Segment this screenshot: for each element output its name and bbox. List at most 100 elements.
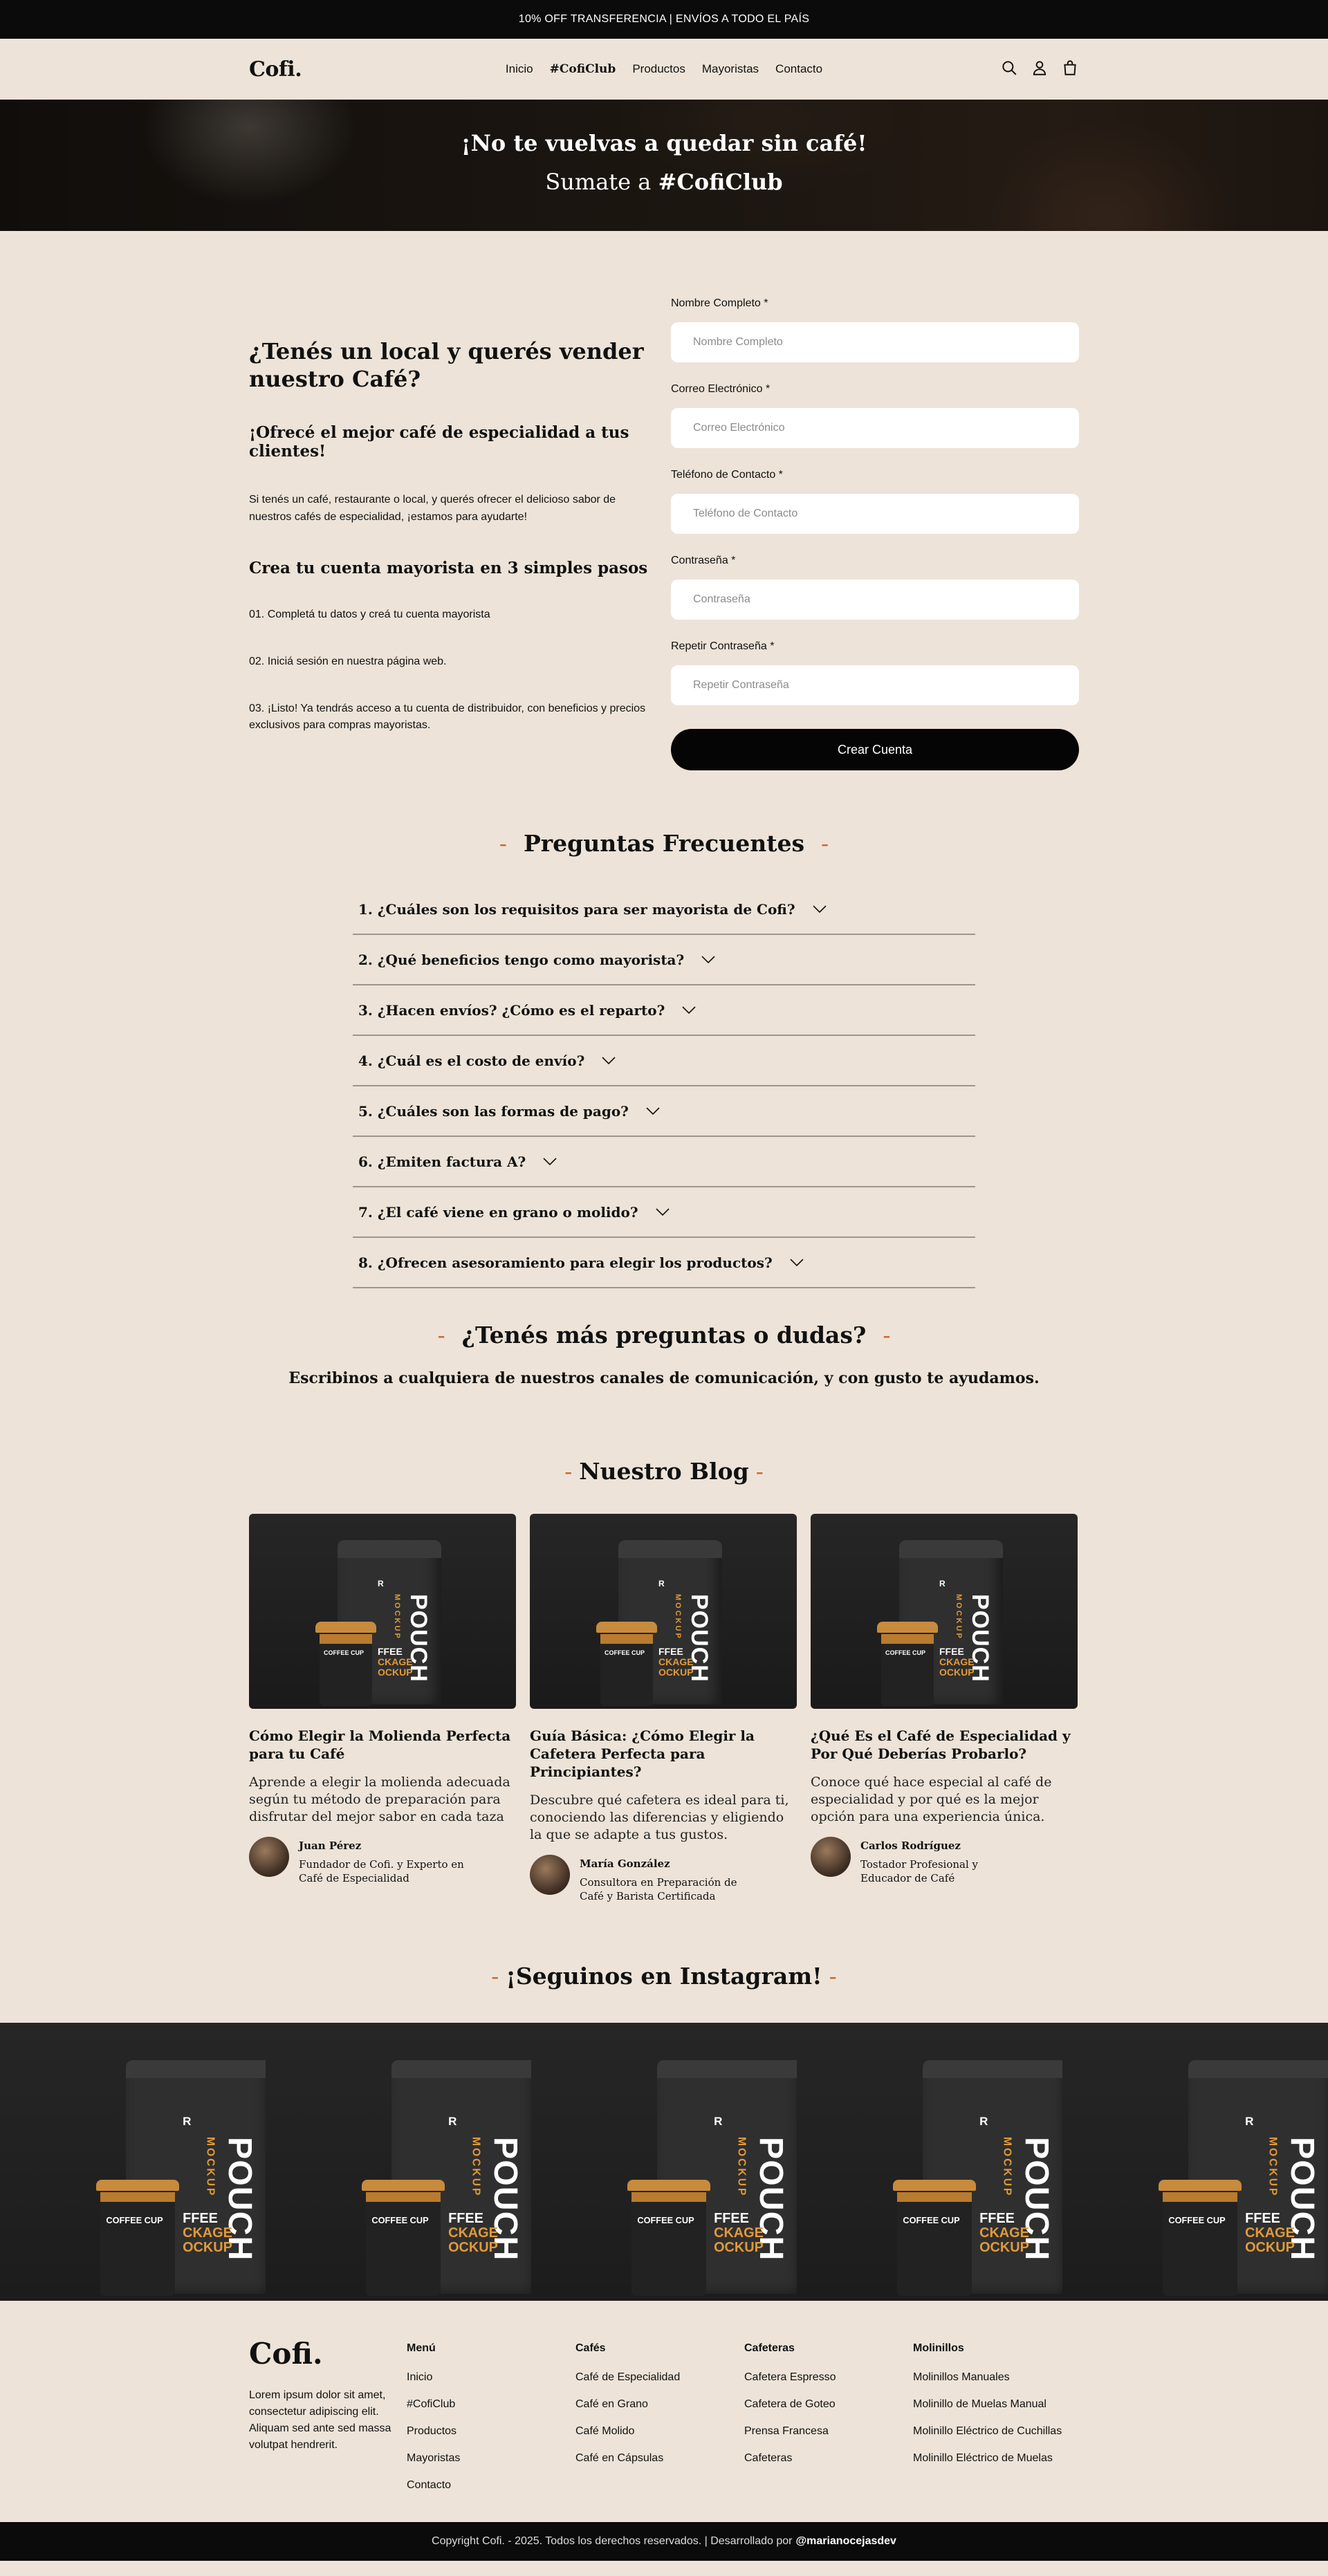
footer-logo[interactable]: Cofi. xyxy=(249,2337,407,2371)
footer-link[interactable]: Molinillo Eléctrico de Muelas xyxy=(913,2452,1082,2465)
step-1: 01. Completá tu datos y creá tu cuenta m… xyxy=(249,609,490,620)
footer-link[interactable]: Molinillos Manuales xyxy=(913,2371,1082,2384)
title-dash: - xyxy=(491,1963,499,1990)
footer-link[interactable]: #CofiClub xyxy=(407,2398,575,2411)
footer-link[interactable]: Cafeteras xyxy=(744,2452,913,2465)
blog-card[interactable]: R POUCH MOCKUP COFFEE CUP FFEE CKAGE OCKUP Cómo… xyxy=(249,1514,516,1903)
faq-item[interactable]: 6. ¿Emiten factura A? xyxy=(353,1137,975,1187)
hero-subtitle: Sumate a #CofiClub xyxy=(0,169,1328,195)
instagram-post[interactable]: R POUCH MOCKUP COFFEE CUP FFEE CKAGE OCKUP xyxy=(266,2023,531,2301)
faq-item[interactable]: 1. ¿Cuáles son los requisitos para ser m… xyxy=(353,884,975,935)
avatar xyxy=(530,1855,570,1895)
footer-link[interactable]: Molinillo de Muelas Manual xyxy=(913,2398,1082,2411)
blog-thumbnail[interactable]: R POUCH MOCKUP COFFEE CUP FFEE CKAGE OCKUP xyxy=(530,1514,797,1709)
logo[interactable]: Cofi. xyxy=(249,57,302,82)
developer-link[interactable]: @marianocejasdev xyxy=(796,2535,896,2548)
package-label-line: FFEE xyxy=(183,2210,218,2226)
nav-link-inicio[interactable]: Inicio xyxy=(506,62,533,76)
footer-link[interactable]: Molinillo Eléctrico de Cuchillas xyxy=(913,2425,1082,2438)
blog-post-title[interactable]: Guía Básica: ¿Cómo Elegir la Cafetera Pe… xyxy=(530,1727,797,1781)
blog-thumbnail[interactable]: R POUCH MOCKUP COFFEE CUP FFEE CKAGE OCKUP xyxy=(249,1514,516,1709)
phone-input[interactable] xyxy=(671,494,1079,534)
cup-label: COFFEE CUP xyxy=(1168,2215,1225,2225)
instagram-post[interactable]: R POUCH MOCKUP COFFEE CUP FFEE CKAGE OCKUP xyxy=(0,2023,266,2301)
footer-link[interactable]: Café en Grano xyxy=(575,2398,744,2411)
email-input[interactable] xyxy=(671,408,1079,448)
cup-label-text: COFFEE CUP xyxy=(605,1649,645,1656)
nav-link-cofi-club[interactable]: #CofiClub xyxy=(550,62,616,76)
blog-post-title[interactable]: Cómo Elegir la Molienda Perfecta para tu… xyxy=(249,1727,516,1763)
footer-link[interactable]: Contacto xyxy=(407,2479,575,2492)
package-label-line: OCKUP xyxy=(658,1667,694,1678)
main-nav: Cofi. Inicio #CofiClub Productos Mayoris… xyxy=(0,39,1328,100)
bag-icon[interactable] xyxy=(1061,59,1079,80)
pouch-brand-letter: R xyxy=(448,2115,457,2129)
footer: Cofi. Lorem ipsum dolor sit amet, consec… xyxy=(0,2301,1328,2522)
footer-column: Cafés Café de Especialidad Café en Grano Ca… xyxy=(575,2337,744,2506)
create-account-button[interactable]: Crear Cuenta xyxy=(671,729,1079,770)
author-name: María González xyxy=(580,1857,670,1870)
more-questions-text: Escribinos a cualquiera de nuestros cana… xyxy=(288,1369,1040,1387)
blog-title: - Nuestro Blog - xyxy=(0,1458,1328,1485)
pouch-mockup-text: MOCKUP xyxy=(1001,2136,1013,2198)
cup-label-text: COFFEE CUP xyxy=(106,2215,163,2226)
blog-post-title[interactable]: ¿Qué Es el Café de Especialidad y Por Qu… xyxy=(811,1727,1078,1763)
package-label-line: OCKUP xyxy=(448,2240,498,2256)
faq-item[interactable]: 3. ¿Hacen envíos? ¿Cómo es el reparto? xyxy=(353,985,975,1036)
blog-author: María González Consultora en Preparación … xyxy=(530,1855,797,1903)
footer-link[interactable]: Productos xyxy=(407,2425,575,2438)
package-label-line: OCKUP xyxy=(1245,2240,1295,2256)
cup-label-text: COFFEE CUP xyxy=(371,2215,429,2226)
faq-item[interactable]: 5. ¿Cuáles son las formas de pago? xyxy=(353,1086,975,1137)
nav-link-productos[interactable]: Productos xyxy=(632,62,685,76)
instagram-post[interactable]: R POUCH MOCKUP COFFEE CUP FFEE CKAGE OCKUP xyxy=(531,2023,797,2301)
repeat-password-input[interactable] xyxy=(671,665,1079,705)
coffee-cup: COFFEE CUP xyxy=(892,2180,976,2296)
blog-card[interactable]: R POUCH MOCKUP COFFEE CUP FFEE CKAGE OCKUP Guía… xyxy=(530,1514,797,1903)
instagram-gallery: R POUCH MOCKUP COFFEE CUP FFEE CKAGE OCKUP R POU… xyxy=(0,2023,1328,2301)
more-questions-title: - ¿Tenés más preguntas o dudas? - xyxy=(0,1322,1328,1349)
faq-item[interactable]: 8. ¿Ofrecen asesoramiento para elegir lo… xyxy=(353,1238,975,1288)
password-input[interactable] xyxy=(671,580,1079,620)
user-icon[interactable] xyxy=(1031,59,1049,80)
instagram-post[interactable]: R POUCH MOCKUP COFFEE CUP FFEE CKAGE OCKUP xyxy=(797,2023,1062,2301)
footer-link[interactable]: Mayoristas xyxy=(407,2452,575,2465)
footer-link[interactable]: Prensa Francesa xyxy=(744,2425,913,2438)
more-questions-section: - ¿Tenés más preguntas o dudas? - Escribin… xyxy=(0,1288,1328,1387)
search-icon[interactable] xyxy=(1000,59,1018,80)
chevron-down-icon xyxy=(773,1254,804,1271)
cup-label-text: COFFEE CUP xyxy=(885,1649,926,1656)
package-label: FFEE CKAGE OCKUP xyxy=(448,2211,498,2256)
footer-link[interactable]: Cafetera de Goteo xyxy=(744,2398,913,2411)
full-name-input[interactable] xyxy=(671,322,1079,362)
pouch-brand-letter: R xyxy=(378,1579,384,1588)
footer-link[interactable]: Cafetera Espresso xyxy=(744,2371,913,2384)
footer-link[interactable]: Café de Especialidad xyxy=(575,2371,744,2384)
blog-thumbnail[interactable]: R POUCH MOCKUP COFFEE CUP FFEE CKAGE OCKUP xyxy=(811,1514,1078,1709)
cup-label: COFFEE CUP xyxy=(371,2215,428,2225)
faq-question: 5. ¿Cuáles son las formas de pago? xyxy=(358,1102,629,1120)
password-label: Contraseña * xyxy=(671,555,736,566)
nav-link-contacto[interactable]: Contacto xyxy=(775,62,822,76)
nav-menu: Inicio #CofiClub Productos Mayoristas Co… xyxy=(506,62,822,76)
faq-item[interactable]: 7. ¿El café viene en grano o molido? xyxy=(353,1187,975,1238)
faq-list: 1. ¿Cuáles son los requisitos para ser m… xyxy=(353,884,975,1288)
faq-question: 2. ¿Qué beneficios tengo como mayorista? xyxy=(358,951,685,968)
author-info: María González Consultora en Preparación … xyxy=(580,1855,746,1903)
pouch-brand-letter: R xyxy=(979,2115,988,2129)
footer-link[interactable]: Inicio xyxy=(407,2371,575,2384)
instagram-post[interactable]: R POUCH MOCKUP COFFEE CUP FFEE CKAGE OCKUP xyxy=(1062,2023,1328,2301)
faq-item[interactable]: 2. ¿Qué beneficios tengo como mayorista? xyxy=(353,935,975,985)
footer-column-title: Molinillos xyxy=(913,2342,964,2354)
blog-card[interactable]: R POUCH MOCKUP COFFEE CUP FFEE CKAGE OCKUP ¿Qué… xyxy=(811,1514,1078,1903)
package-label-line: CKAGE xyxy=(939,1656,975,1667)
hero-banner: ¡No te vuelvas a quedar sin café! Sumate… xyxy=(0,100,1328,231)
footer-link[interactable]: Café en Cápsulas xyxy=(575,2452,744,2465)
faq-item[interactable]: 4. ¿Cuál es el costo de envío? xyxy=(353,1036,975,1086)
pouch-brand-letter: R xyxy=(714,2115,723,2129)
author-role: Tostador Profesional y Educador de Café xyxy=(860,1858,979,1884)
nav-link-mayoristas[interactable]: Mayoristas xyxy=(702,62,759,76)
instagram-title-text: ¡Seguinos en Instagram! xyxy=(506,1963,822,1990)
avatar xyxy=(811,1837,851,1877)
footer-link[interactable]: Café Molido xyxy=(575,2425,744,2438)
